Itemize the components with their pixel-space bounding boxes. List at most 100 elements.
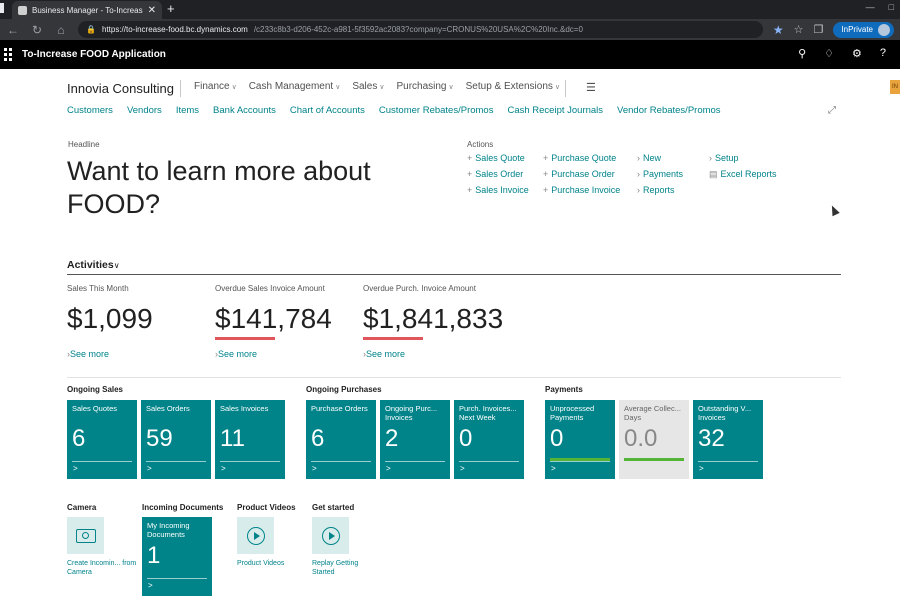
see-more-link[interactable]: ›See more [67,349,207,359]
link-vendors[interactable]: Vendors [127,105,162,116]
tile-arrow-icon: > [147,464,152,473]
product-videos-caption[interactable]: Product Videos [237,559,307,568]
get-started-tile[interactable] [312,517,349,554]
tile-divider [311,461,371,462]
actions-column-sales: + Sales Quote + Sales Order + Sales Invoice [467,153,529,195]
link-cash-receipt-journals[interactable]: Cash Receipt Journals [507,105,603,116]
action-purchase-quote[interactable]: + Purchase Quote [543,153,620,163]
tile-label: Purchase Orders [311,404,368,413]
favorite-star-icon[interactable]: ★ [773,23,784,37]
gear-icon[interactable]: ⚙ [852,47,862,60]
link-vendor-rebates[interactable]: Vendor Rebates/Promos [617,105,721,116]
actions-label: Actions [467,140,494,149]
action-setup[interactable]: › Setup [709,153,777,163]
activities-title[interactable]: Activities∨ [67,259,120,271]
action-new[interactable]: › New [637,153,683,163]
inprivate-button[interactable]: InPrivate [833,21,894,38]
search-icon[interactable]: ⚲ [798,47,806,60]
action-sales-invoice[interactable]: + Sales Invoice [467,185,529,195]
tile-label: Outstanding V... Invoices [698,404,752,422]
tile-arrow-icon: > [148,581,153,590]
tile-purch-invoices-next-week[interactable]: Purch. Invoices... Next Week 0 > [454,400,524,479]
help-icon[interactable]: ? [880,47,886,60]
actions-column-groups: › New › Payments › Reports [637,153,683,195]
tile-sales-invoices[interactable]: Sales Invoices 11 > [215,400,285,479]
play-icon [246,526,265,545]
back-icon[interactable]: ← [6,23,20,37]
tile-value: 32 [698,425,725,452]
cue-value[interactable]: $1,841,833 [363,304,503,334]
new-tab-button[interactable]: + [167,1,175,16]
link-items[interactable]: Items [176,105,199,116]
group-product-videos: Product Videos [237,503,296,512]
tile-ongoing-purch-invoices[interactable]: Ongoing Purc... Invoices 2 > [380,400,450,479]
camera-tile[interactable] [67,517,104,554]
action-purchase-invoice[interactable]: + Purchase Invoice [543,185,620,195]
action-sales-quote[interactable]: + Sales Quote [467,153,529,163]
favorites-icon[interactable]: ☆ [794,23,804,36]
app-bar: To-Increase FOOD Application ⚲ ♢ ⚙ ? [0,40,900,69]
link-chart-of-accounts[interactable]: Chart of Accounts [290,105,365,116]
lock-icon: 🔒 [86,25,96,34]
hamburger-menu-icon[interactable]: ☰ [586,81,596,94]
see-more-link[interactable]: ›See more [363,349,503,359]
link-bank-accounts[interactable]: Bank Accounts [213,105,276,116]
action-payments[interactable]: › Payments [637,169,683,179]
action-excel-reports[interactable]: ▤ Excel Reports [709,169,777,180]
tab-close-icon[interactable]: ✕ [148,5,156,16]
mouse-cursor-icon [828,203,840,217]
tile-sales-quotes[interactable]: Sales Quotes 6 > [67,400,137,479]
tile-value: 2 [385,425,399,452]
collections-icon[interactable]: ❐ [814,23,824,36]
action-sales-order[interactable]: + Sales Order [467,169,529,179]
tile-divider [385,461,445,462]
home-icon[interactable]: ⌂ [54,23,68,37]
tile-label: Ongoing Purc... Invoices [385,404,438,422]
browser-window-icon [0,3,4,13]
link-customer-rebates[interactable]: Customer Rebates/Promos [379,105,494,116]
tile-sales-orders[interactable]: Sales Orders 59 > [141,400,211,479]
headline-text: Want to learn more about FOOD? [67,156,371,219]
url-input[interactable]: 🔒 https://to-increase-food.bc.dynamics.c… [78,21,763,38]
side-badge[interactable]: IN [890,80,900,94]
group-ongoing-sales: Ongoing Sales [67,385,124,394]
company-name[interactable]: Innovia Consulting [67,81,174,96]
link-customers[interactable]: Customers [67,105,113,116]
tile-purchase-orders[interactable]: Purchase Orders 6 > [306,400,376,479]
app-launcher-icon[interactable] [4,48,14,61]
get-started-caption[interactable]: Replay Getting Started [312,559,362,577]
cue-overdue-purch[interactable]: Overdue Purch. Invoice Amount $1,841,833… [363,284,503,359]
cue-overdue-sales[interactable]: Overdue Sales Invoice Amount $141,784 ›S… [215,284,355,359]
nav-divider [565,80,566,97]
maximize-icon[interactable]: □ [889,2,894,12]
refresh-icon[interactable]: ↻ [30,23,44,37]
tile-my-incoming-documents[interactable]: My Incoming Documents 1 > [142,517,212,596]
menu-sales[interactable]: Sales ∨ [352,81,384,92]
action-purchase-order[interactable]: + Purchase Order [543,169,620,179]
tile-average-collection-days[interactable]: Average Collec... Days 0.0 [619,400,689,479]
browser-tab[interactable]: Business Manager - To-Increase ✕ [12,1,162,19]
tile-arrow-icon: > [551,464,556,473]
cue-value[interactable]: $141,784 [215,304,355,334]
tile-unprocessed-payments[interactable]: Unprocessed Payments 0 > [545,400,615,479]
product-videos-tile[interactable] [237,517,274,554]
tile-arrow-icon: > [73,464,78,473]
bell-icon[interactable]: ♢ [824,47,834,60]
action-reports[interactable]: › Reports [637,185,683,195]
menu-cash-management[interactable]: Cash Management ∨ [249,81,341,92]
cue-sales-this-month[interactable]: Sales This Month $1,099 ›See more [67,284,207,359]
minimize-icon[interactable]: — [866,2,875,12]
navigation-links: Customers Vendors Items Bank Accounts Ch… [67,105,721,116]
expand-icon[interactable]: ⤢ [828,105,836,116]
see-more-link[interactable]: ›See more [215,349,355,359]
play-icon [321,526,340,545]
camera-caption[interactable]: Create Incomin... from Camera [67,559,137,577]
tile-outstanding-vendor-invoices[interactable]: Outstanding V... Invoices 32 > [693,400,763,479]
menu-setup-extensions[interactable]: Setup & Extensions ∨ [466,81,560,92]
cue-label: Overdue Purch. Invoice Amount [363,284,476,293]
menu-purchasing[interactable]: Purchasing ∨ [396,81,453,92]
menu-finance[interactable]: Finance ∨ [194,81,237,92]
group-get-started: Get started [312,503,355,512]
status-bar [624,458,684,461]
cue-value[interactable]: $1,099 [67,304,207,334]
